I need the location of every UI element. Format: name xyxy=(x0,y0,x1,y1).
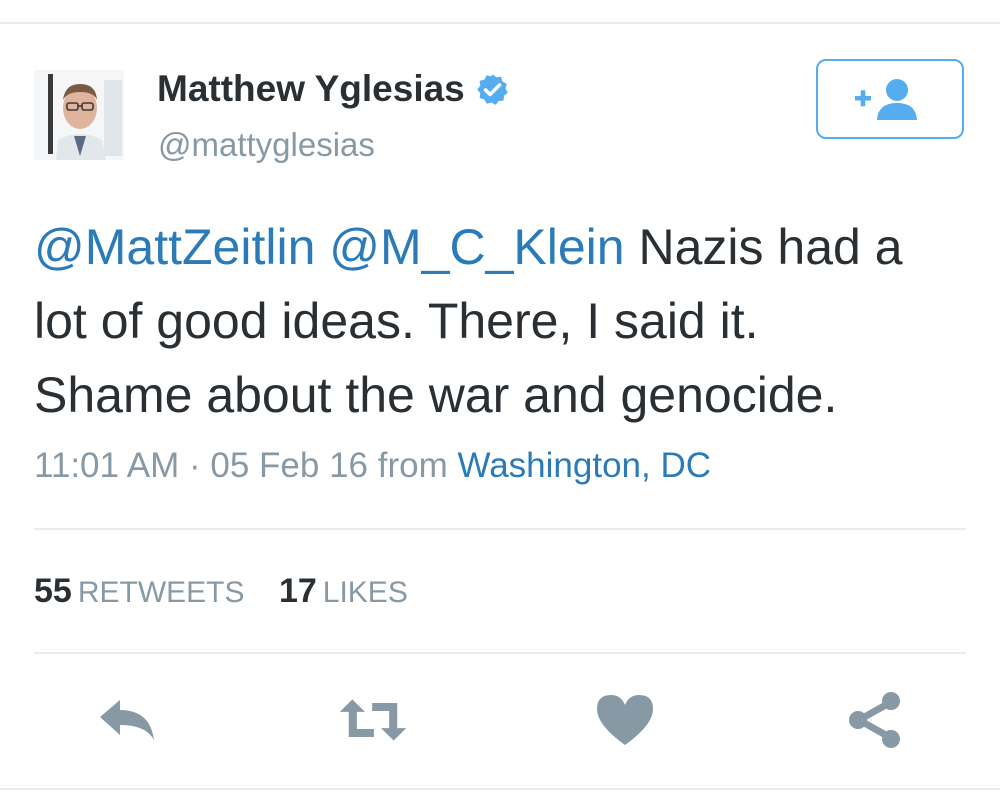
verified-badge-icon xyxy=(476,73,508,105)
mention-link[interactable]: @M_C_Klein xyxy=(329,219,624,275)
tweet-line-3: Shame about the war and genocide. xyxy=(34,367,838,423)
top-divider xyxy=(0,22,1000,24)
tweet-meta: 11:01 AM · 05 Feb 16 from Washington, DC xyxy=(34,446,711,486)
likes-count: 17 xyxy=(278,572,317,610)
avatar-photo xyxy=(34,70,124,160)
tweet-time[interactable]: 11:01 AM xyxy=(34,446,179,485)
location-link[interactable]: Washington, DC xyxy=(457,446,711,485)
tweet-date[interactable]: 05 Feb 16 xyxy=(210,446,368,485)
tweet-line-2: lot of good ideas. There, I said it. xyxy=(34,293,759,349)
retweet-button[interactable] xyxy=(338,688,408,752)
reply-button[interactable] xyxy=(92,688,162,752)
user-handle[interactable]: @mattyglesias xyxy=(158,126,375,164)
meta-separator: · xyxy=(179,446,211,485)
likes-stat[interactable]: 17 LIKES xyxy=(279,572,408,610)
reply-icon xyxy=(100,700,154,740)
like-icon xyxy=(597,695,653,745)
tweet-stats: 55 RETWEETS 17 LIKES xyxy=(34,572,408,611)
tweet-text: @MattZeitlin @M_C_Klein Nazis had a lot … xyxy=(34,210,984,432)
retweets-count: 55 xyxy=(34,572,72,610)
share-button[interactable] xyxy=(840,688,910,752)
likes-label: LIKES xyxy=(322,576,408,609)
divider xyxy=(34,652,966,654)
bottom-divider xyxy=(0,788,1000,790)
from-label: from xyxy=(377,446,448,485)
retweets-stat[interactable]: 55 RETWEETS xyxy=(34,572,245,610)
share-icon xyxy=(849,692,900,748)
follow-user-icon xyxy=(855,79,917,120)
divider xyxy=(34,528,966,530)
like-button[interactable] xyxy=(590,688,660,752)
retweets-label: RETWEETS xyxy=(77,576,245,609)
display-name-row[interactable]: Matthew Yglesias xyxy=(157,68,510,110)
avatar[interactable] xyxy=(34,70,124,160)
display-name[interactable]: Matthew Yglesias xyxy=(157,68,465,110)
mention-link[interactable]: @MattZeitlin xyxy=(34,219,315,275)
follow-button[interactable] xyxy=(816,59,964,139)
tweet-line-1: @MattZeitlin @M_C_Klein Nazis had a xyxy=(34,210,984,284)
retweet-icon xyxy=(339,699,407,741)
tweet-text-segment: Nazis had a xyxy=(624,219,903,275)
